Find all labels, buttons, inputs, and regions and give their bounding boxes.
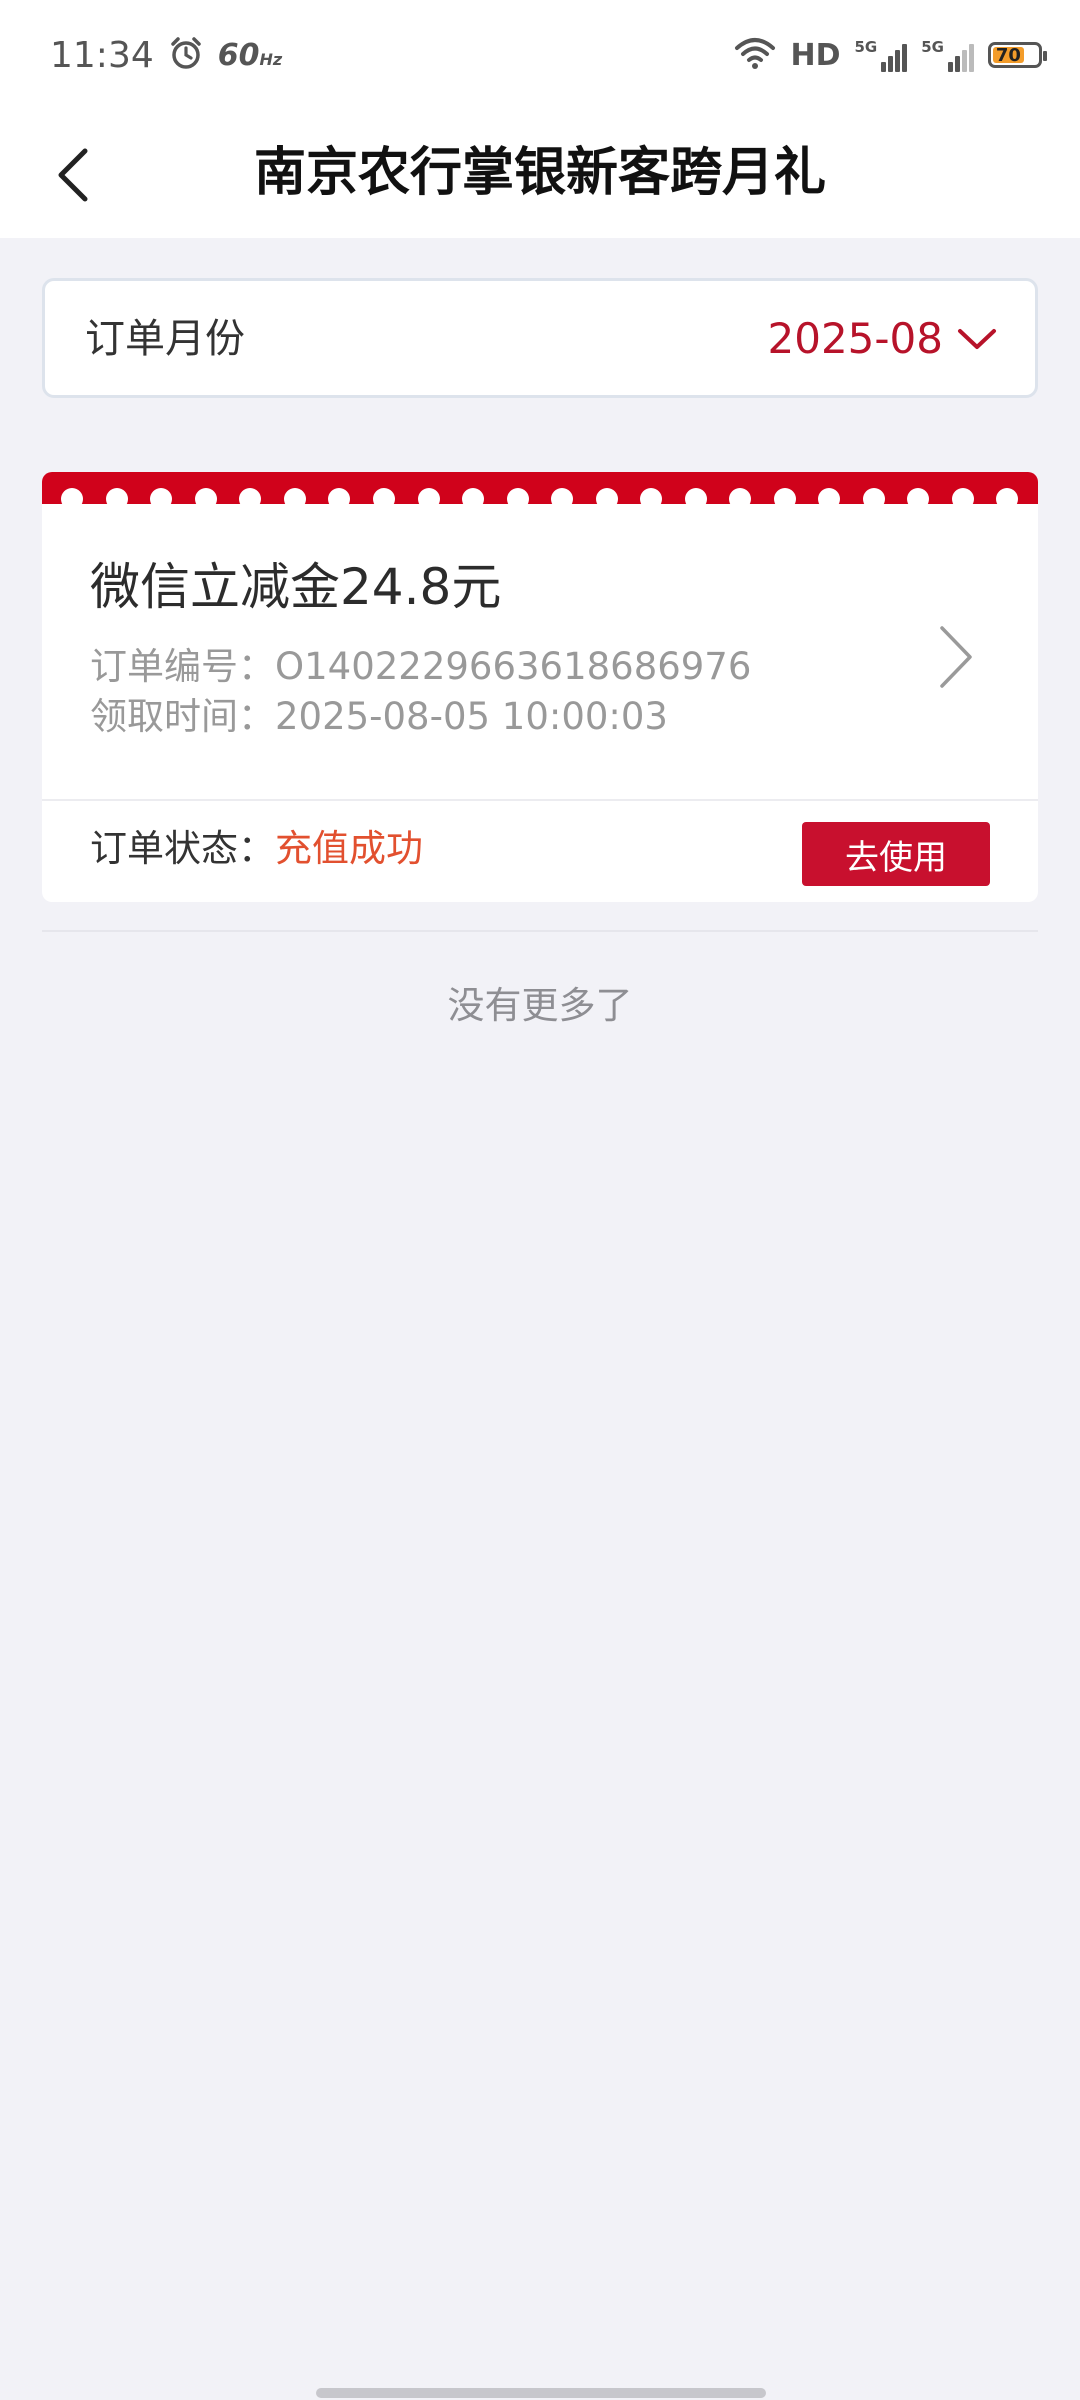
receive-time-value: 2025-08-05 10:00:03 [275,695,668,738]
status-right: HD 5G 5G 70 [734,32,1047,78]
refresh-rate-unit: Hz [259,49,283,69]
signal-1-label: 5G [854,38,878,56]
order-title: 微信立减金24.8元 [90,558,502,616]
use-button[interactable]: 去使用 [802,822,990,886]
receive-time-label: 领取时间： [90,695,275,738]
month-filter-value: 2025-08 [767,314,944,363]
chevron-right-icon[interactable] [936,622,976,692]
month-filter-value-wrap[interactable]: 2025-08 [768,311,998,367]
order-status-row: 订单状态：充值成功 [90,824,423,874]
refresh-rate-value: 60 [217,37,260,73]
order-card[interactable]: 微信立减金24.8元 订单编号：O1402229663618686976 领取时… [42,472,1038,902]
signal-2-label: 5G [921,38,944,56]
chevron-down-icon [958,329,996,349]
month-filter-label: 订单月份 [85,316,245,362]
card-divider [42,799,1038,801]
order-status-value: 充值成功 [275,827,423,870]
wifi-icon [734,36,776,74]
status-time: 11:34 [50,34,154,76]
signal-2-icon: 5G [921,38,974,72]
home-indicator[interactable] [316,2388,766,2398]
order-status-label: 订单状态： [90,827,275,870]
status-left: 11:34 60Hz [50,30,282,80]
order-number-label: 订单编号： [90,645,275,688]
refresh-rate: 60Hz [218,38,282,73]
receive-time-row: 领取时间：2025-08-05 10:00:03 [90,692,668,742]
list-end-text: 没有更多了 [447,984,633,1027]
order-number-row: 订单编号：O1402229663618686976 [90,642,751,692]
month-filter[interactable]: 订单月份 2025-08 [42,278,1038,398]
status-bar: 11:34 60Hz HD 5G 5G 70 [0,0,1080,110]
order-number-value: O1402229663618686976 [275,645,752,688]
signal-1-icon: 5G [855,38,908,72]
battery-level: 70 [993,45,1024,66]
page-title: 南京农行掌银新客跨月礼 [253,143,826,203]
page-header: 南京农行掌银新客跨月礼 [0,110,1080,238]
list-divider [42,930,1038,932]
alarm-icon [168,35,204,75]
battery-icon: 70 [988,42,1047,68]
card-scallop-edge [42,488,1038,510]
hd-indicator: HD [790,37,841,73]
